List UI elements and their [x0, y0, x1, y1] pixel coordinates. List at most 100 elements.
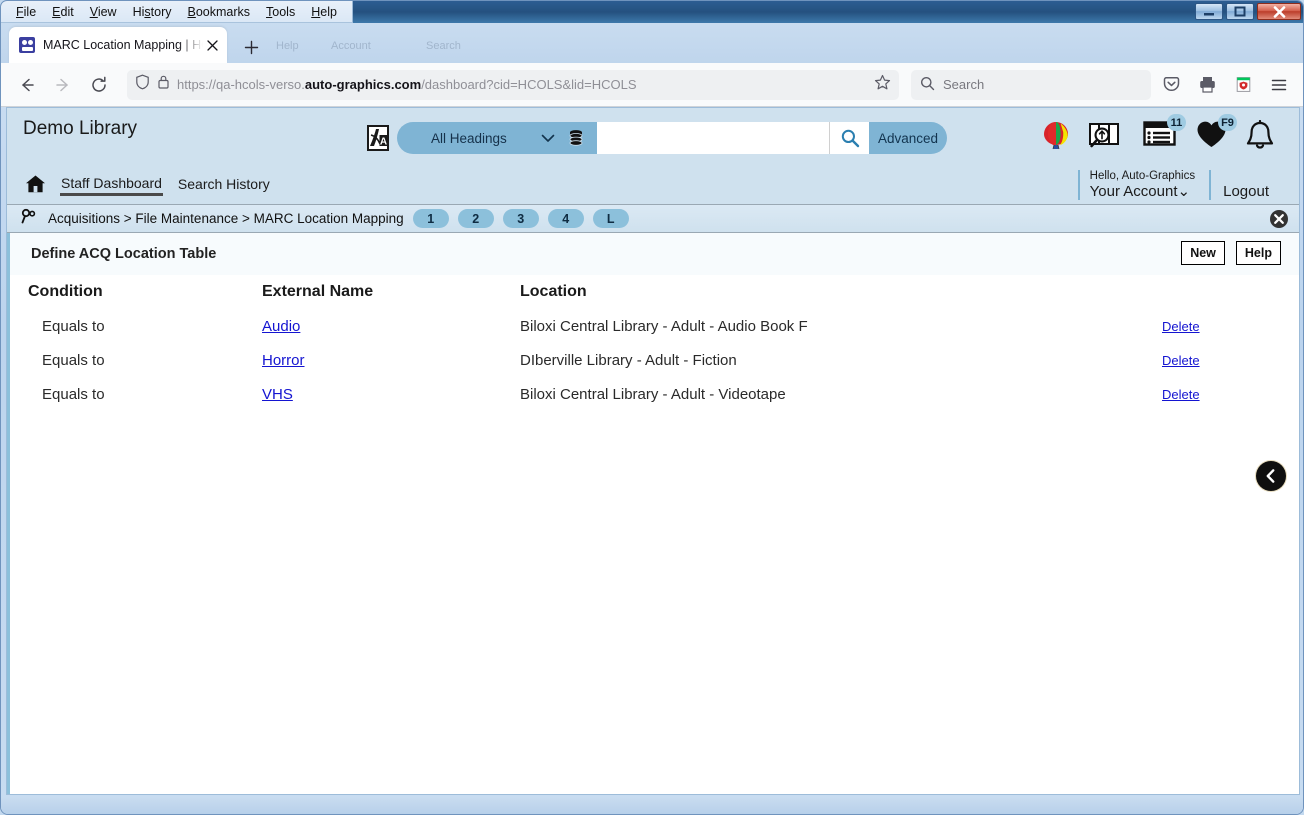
delete-link[interactable]: Delete: [1162, 387, 1200, 402]
app-search-button[interactable]: [829, 122, 869, 154]
column-header-external-name: External Name: [262, 283, 374, 300]
library-brand: Demo Library: [23, 118, 138, 139]
url-bar[interactable]: https://qa-hcols-verso.auto-graphics.com…: [127, 69, 899, 100]
reload-icon[interactable]: [83, 69, 115, 101]
table-header-row: Condition External Name Location: [10, 275, 1299, 310]
cell-external-name: Audio: [262, 310, 520, 344]
tab-close-icon[interactable]: [203, 36, 221, 54]
your-account-menu[interactable]: Hello, Auto-Graphics Your Account⌄: [1077, 169, 1209, 200]
link-chain-icon: [21, 208, 39, 229]
tabstrip-ghost-2: Account: [331, 40, 371, 52]
list-badge: 11: [1167, 114, 1186, 131]
page-title: Define ACQ Location Table: [31, 246, 217, 262]
table-row: Equals to Audio Biloxi Central Library -…: [10, 310, 1299, 344]
step-1[interactable]: 1: [412, 209, 449, 228]
menu-view[interactable]: View: [83, 3, 124, 21]
shield-icon: [135, 74, 150, 95]
cell-action: Delete: [1139, 378, 1299, 412]
step-4[interactable]: 4: [547, 209, 584, 228]
maximize-button[interactable]: [1226, 3, 1254, 20]
new-button[interactable]: New: [1181, 241, 1225, 265]
logout-area: Logout: [1209, 169, 1275, 200]
cell-location: DIberville Library - Adult - Fiction: [520, 352, 737, 369]
extension-shield-icon[interactable]: [1227, 69, 1259, 101]
database-icon[interactable]: [567, 129, 585, 150]
cell-external-name: Horror: [262, 344, 520, 378]
header-icon-group: 11 F9: [1041, 114, 1275, 161]
logout-link[interactable]: Logout: [1223, 183, 1269, 200]
cell-location: Biloxi Central Library - Adult - Videota…: [520, 386, 786, 403]
menu-bookmarks[interactable]: Bookmarks: [181, 3, 258, 21]
table-row: Equals to VHS Biloxi Central Library - A…: [10, 378, 1299, 412]
print-icon[interactable]: [1191, 69, 1223, 101]
step-3[interactable]: 3: [502, 209, 539, 228]
pocket-icon[interactable]: [1155, 69, 1187, 101]
menu-edit[interactable]: Edit: [45, 3, 81, 21]
window-controls: [1195, 3, 1301, 20]
search-placeholder: Search: [943, 77, 985, 92]
back-circle-icon[interactable]: [1256, 461, 1286, 491]
breadcrumb-path[interactable]: Acquisitions > File Maintenance > MARC L…: [48, 211, 404, 226]
cell-action: Delete: [1139, 344, 1299, 378]
new-tab-button[interactable]: [239, 35, 263, 59]
hamburger-menu-icon[interactable]: [1263, 69, 1295, 101]
content-area: Condition External Name Location Equals …: [7, 275, 1299, 794]
menu-tools[interactable]: Tools: [259, 3, 302, 21]
nav-search-history[interactable]: Search History: [177, 174, 271, 194]
heart-badge: F9: [1218, 114, 1237, 131]
star-icon[interactable]: [874, 74, 891, 96]
translate-icon[interactable]: A: [365, 123, 391, 153]
browser-toolbar: https://qa-hcols-verso.auto-graphics.com…: [1, 63, 1303, 107]
back-arrow-icon[interactable]: [11, 69, 43, 101]
menu-file[interactable]: File: [9, 3, 43, 21]
browser-tab[interactable]: MARC Location Mapping | HCO: [9, 27, 227, 63]
menu-history[interactable]: History: [126, 3, 179, 21]
balloon-icon[interactable]: [1041, 120, 1071, 161]
search-scope-label: All Headings: [431, 130, 507, 146]
delete-link[interactable]: Delete: [1162, 353, 1200, 368]
nav-staff-dashboard[interactable]: Staff Dashboard: [60, 173, 163, 196]
list-icon[interactable]: 11: [1143, 114, 1186, 152]
table-row: Equals to Horror DIberville Library - Ad…: [10, 344, 1299, 378]
column-header-location: Location: [520, 283, 587, 300]
home-icon[interactable]: [25, 174, 46, 194]
app-search-input[interactable]: [597, 122, 829, 154]
forward-arrow-icon[interactable]: [47, 69, 79, 101]
tab-strip: Help Account Search MARC Location Mappin…: [1, 23, 1303, 63]
map-search-icon[interactable]: [1087, 120, 1121, 159]
account-area: Hello, Auto-Graphics Your Account⌄ Logou…: [1077, 169, 1275, 200]
external-name-link[interactable]: Audio: [262, 318, 300, 335]
your-account-label[interactable]: Your Account⌄: [1090, 183, 1195, 200]
delete-link[interactable]: Delete: [1162, 319, 1200, 334]
app-search-cluster: A All Headings Advanced: [365, 122, 947, 154]
external-name-link[interactable]: Horror: [262, 352, 305, 369]
step-2[interactable]: 2: [457, 209, 494, 228]
bell-icon[interactable]: [1245, 119, 1275, 157]
close-button[interactable]: [1257, 3, 1301, 20]
external-name-link[interactable]: VHS: [262, 386, 293, 403]
search-input[interactable]: Search: [911, 69, 1151, 100]
minimize-button[interactable]: [1195, 3, 1223, 20]
menu-help[interactable]: Help: [304, 3, 344, 21]
lock-icon: [157, 74, 170, 95]
app-nav-row: Staff Dashboard Search History: [7, 164, 271, 204]
search-scope-dropdown[interactable]: All Headings: [397, 122, 597, 154]
chevron-down-icon: [541, 131, 555, 146]
step-L[interactable]: L: [592, 209, 629, 228]
acq-location-table: Condition External Name Location Equals …: [10, 275, 1299, 412]
url-text: https://qa-hcols-verso.auto-graphics.com…: [177, 77, 637, 92]
close-circle-icon[interactable]: [1269, 209, 1289, 234]
advanced-search-button[interactable]: Advanced: [869, 122, 947, 154]
app-header: Demo Library A All Headings Advanced 11 …: [7, 108, 1299, 205]
help-button[interactable]: Help: [1235, 241, 1281, 265]
panel-button-group: New Help: [1181, 241, 1281, 265]
breadcrumb-bar: Acquisitions > File Maintenance > MARC L…: [7, 205, 1299, 233]
column-header-condition: Condition: [28, 283, 103, 300]
tabstrip-ghost-1: Help: [276, 40, 299, 52]
cell-external-name: VHS: [262, 378, 520, 412]
heart-icon[interactable]: F9: [1196, 114, 1237, 154]
tab-favicon: [19, 37, 35, 53]
tab-title: MARC Location Mapping | HCO: [43, 38, 203, 52]
window-bottom-strip: [1, 797, 1303, 814]
svg-text:A: A: [380, 137, 387, 148]
